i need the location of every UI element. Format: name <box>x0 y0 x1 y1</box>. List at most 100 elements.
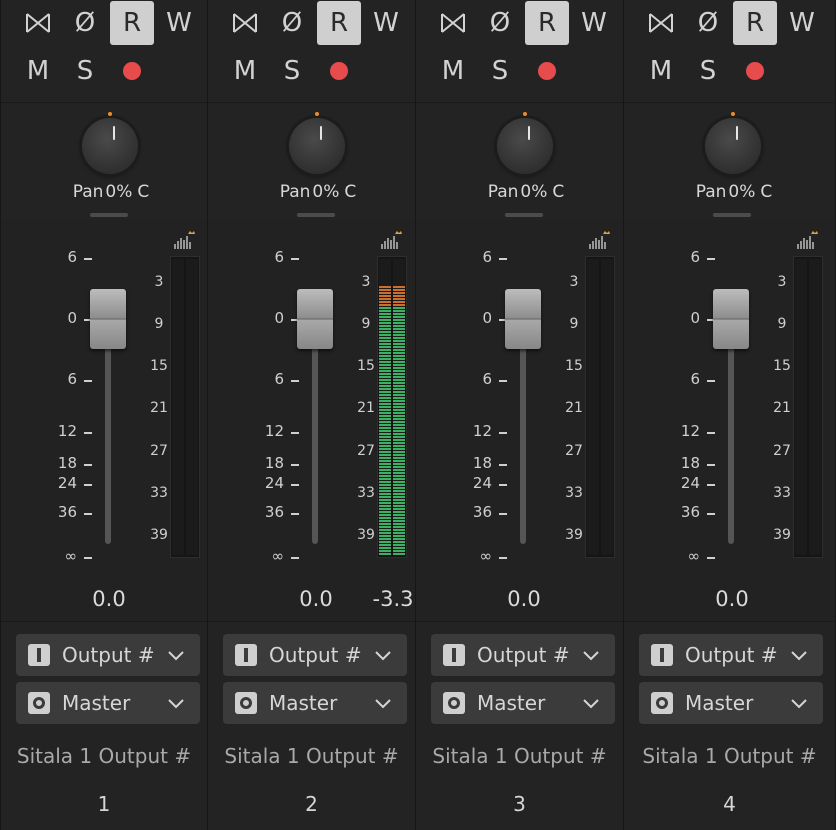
fader-section: 6 0 6 12 18 24 36 ∞ 3 9 15 21 27 33 39 0.0 -3.3 <box>208 220 415 620</box>
phase-invert-button[interactable]: Ø <box>63 1 107 45</box>
pan-knob[interactable] <box>701 112 765 178</box>
record-arm-button[interactable] <box>733 49 777 93</box>
read-automation-button[interactable]: R <box>733 1 777 45</box>
divider <box>416 102 623 103</box>
output-routing-dropdown[interactable]: Output # <box>639 634 823 676</box>
send-label: Master <box>477 691 546 715</box>
phase-invert-button[interactable]: Ø <box>478 1 522 45</box>
fader-scale-tick <box>84 432 92 434</box>
bypass-button[interactable] <box>16 1 60 45</box>
meter-channel-left <box>587 259 599 555</box>
divider <box>624 621 835 622</box>
strip-name[interactable]: Sitala 1 Output # <box>416 744 623 768</box>
level-meter <box>377 256 407 558</box>
pan-label-text: Pan <box>279 182 311 202</box>
write-automation-button[interactable]: W <box>780 1 824 45</box>
write-automation-button[interactable]: W <box>157 1 201 45</box>
output-routing-dropdown[interactable]: Output # <box>223 634 407 676</box>
pan-value: 0% <box>312 182 340 202</box>
pan-readout: Pan 0% C <box>674 182 794 202</box>
fader-track <box>520 332 526 544</box>
strip-name[interactable]: Sitala 1 Output # <box>208 744 415 768</box>
fader-value[interactable]: 0.0 <box>694 587 770 611</box>
write-automation-button[interactable]: W <box>572 1 616 45</box>
meter-options-icon[interactable] <box>173 230 197 250</box>
send-routing-dropdown[interactable]: Master <box>639 682 823 724</box>
output-routing-dropdown[interactable]: Output # <box>431 634 615 676</box>
pan-label-text: Pan <box>695 182 727 202</box>
strip-name[interactable]: Sitala 1 Output # <box>1 744 207 768</box>
solo-button[interactable]: S <box>270 49 314 93</box>
send-routing-dropdown[interactable]: Master <box>16 682 200 724</box>
meter-channel-left <box>172 259 184 555</box>
read-automation-button[interactable]: R <box>525 1 569 45</box>
solo-button[interactable]: S <box>478 49 522 93</box>
fader-value[interactable]: 0.0 <box>71 587 147 611</box>
fader-scale-tick <box>291 513 299 515</box>
output-routing-dropdown[interactable]: Output # <box>16 634 200 676</box>
pan-value: 0% <box>520 182 548 202</box>
fader-scale-tick <box>499 557 507 559</box>
mute-button[interactable]: M <box>639 49 683 93</box>
master-bus-icon <box>235 692 257 714</box>
knob-indicator <box>736 126 738 140</box>
strip-name[interactable]: Sitala 1 Output # <box>624 744 835 768</box>
solo-label: S <box>76 56 94 86</box>
fader-value[interactable]: 0.0 <box>278 587 354 611</box>
solo-button[interactable]: S <box>686 49 730 93</box>
bypass-button[interactable] <box>223 1 267 45</box>
mute-button[interactable]: M <box>431 49 475 93</box>
meter-channel-left <box>795 259 807 555</box>
pan-knob[interactable] <box>78 112 142 178</box>
phase-invert-button[interactable]: Ø <box>270 1 314 45</box>
record-dot-icon <box>123 62 141 80</box>
bypass-button[interactable] <box>431 1 475 45</box>
read-automation-button[interactable]: R <box>110 1 154 45</box>
fader-scale-label: 36 <box>57 503 77 521</box>
record-dot-icon <box>330 62 348 80</box>
mixer: Ø R W M S Pan 0% C 6 0 6 12 18 24 36 ∞ 3 9 15 21 27 33… <box>0 0 836 830</box>
meter-options-icon[interactable] <box>796 230 820 250</box>
meter-options-icon[interactable] <box>588 230 612 250</box>
fader-scale-label: 18 <box>264 454 284 472</box>
divider <box>624 102 835 103</box>
fader-scale-tick <box>84 380 92 382</box>
solo-button[interactable]: S <box>63 49 107 93</box>
mute-button[interactable]: M <box>223 49 267 93</box>
pan-label-text: Pan <box>72 182 104 202</box>
read-automation-button[interactable]: R <box>317 1 361 45</box>
send-routing-dropdown[interactable]: Master <box>223 682 407 724</box>
mute-button[interactable]: M <box>16 49 60 93</box>
record-arm-button[interactable] <box>110 49 154 93</box>
bypass-button[interactable] <box>639 1 683 45</box>
meter-options-icon[interactable] <box>380 230 404 250</box>
volume-fader-cap[interactable] <box>297 289 333 349</box>
fader-scale-tick <box>499 380 507 382</box>
knob-indicator <box>113 126 115 140</box>
fader-track <box>105 332 111 544</box>
volume-fader-cap[interactable] <box>713 289 749 349</box>
fader-scale-tick <box>499 432 507 434</box>
fader-value[interactable]: 0.0 <box>486 587 562 611</box>
pan-knob[interactable] <box>285 112 349 178</box>
solo-label: S <box>491 56 509 86</box>
record-arm-button[interactable] <box>525 49 569 93</box>
pan-side: C <box>552 182 565 202</box>
resize-handle[interactable] <box>505 213 543 217</box>
master-bus-icon <box>28 692 50 714</box>
send-routing-dropdown[interactable]: Master <box>431 682 615 724</box>
resize-handle[interactable] <box>297 213 335 217</box>
fader-scale-tick <box>707 557 715 559</box>
volume-fader-cap[interactable] <box>505 289 541 349</box>
pan-knob[interactable] <box>493 112 557 178</box>
volume-fader-cap[interactable] <box>90 289 126 349</box>
resize-handle[interactable] <box>90 213 128 217</box>
phase-invert-button[interactable]: Ø <box>686 1 730 45</box>
fader-scale-tick <box>291 258 299 260</box>
read-label: R <box>329 8 349 38</box>
fader-scale-tick <box>291 484 299 486</box>
resize-handle[interactable] <box>713 213 751 217</box>
write-automation-button[interactable]: W <box>364 1 408 45</box>
knob-body <box>497 118 553 174</box>
record-arm-button[interactable] <box>317 49 361 93</box>
